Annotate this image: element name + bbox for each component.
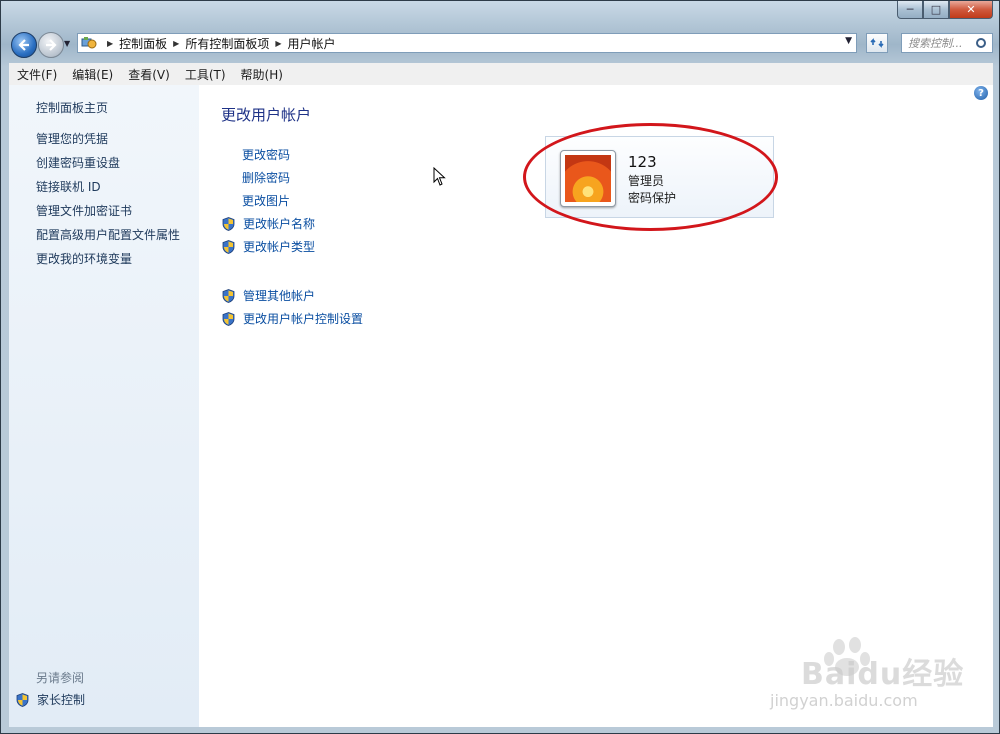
account-tasks: 更改密码 删除密码 更改图片 更改帐户名称 更改帐户类型 管理其他帐户 更改用户…: [222, 143, 363, 330]
breadcrumb-separator-icon[interactable]: ▶: [275, 39, 281, 48]
task-list: 管理您的凭据 创建密码重设盘 链接联机 ID 管理文件加密证书 配置高级用户配置…: [36, 133, 180, 277]
breadcrumb: ▶ 控制面板 ▶ 所有控制面板项 ▶ 用户帐户: [101, 35, 336, 52]
breadcrumb-all-items[interactable]: 所有控制面板项: [185, 35, 269, 52]
menu-view[interactable]: 查看(V): [128, 66, 170, 83]
task-pane: 控制面板主页 管理您的凭据 创建密码重设盘 链接联机 ID 管理文件加密证书 配…: [9, 85, 199, 727]
control-panel-icon: [81, 36, 97, 50]
task-manage-credentials[interactable]: 管理您的凭据: [36, 133, 180, 157]
content-area: 控制面板主页 管理您的凭据 创建密码重设盘 链接联机 ID 管理文件加密证书 配…: [9, 85, 993, 727]
change-account-type-link[interactable]: 更改帐户类型: [222, 235, 363, 258]
menu-help[interactable]: 帮助(H): [241, 66, 283, 83]
refresh-icon: [870, 38, 884, 48]
task-manage-certificates[interactable]: 管理文件加密证书: [36, 205, 180, 229]
manage-other-accounts-label[interactable]: 管理其他帐户: [243, 287, 315, 304]
maximize-button[interactable]: □: [923, 1, 949, 19]
watermark-brand: Baidu经验: [801, 657, 965, 692]
uac-shield-icon: [222, 216, 235, 231]
recent-pages-dropdown-icon[interactable]: ▼: [64, 39, 70, 48]
caption-buttons: ─ □ ✕: [897, 1, 993, 19]
search-input[interactable]: 搜索控制...: [908, 35, 976, 51]
menu-file[interactable]: 文件(F): [17, 66, 57, 83]
menu-bar: 文件(F) 编辑(E) 查看(V) 工具(T) 帮助(H): [9, 63, 993, 86]
uac-shield-icon: [16, 692, 29, 707]
mouse-cursor-icon: [433, 167, 446, 186]
back-button[interactable]: [11, 32, 37, 58]
breadcrumb-control-panel[interactable]: 控制面板: [119, 35, 167, 52]
menu-edit[interactable]: 编辑(E): [72, 66, 113, 83]
remove-password-label[interactable]: 删除密码: [242, 169, 290, 186]
address-dropdown-icon[interactable]: ▼: [845, 36, 852, 46]
arrow-left-icon: [18, 39, 29, 51]
help-icon[interactable]: ?: [974, 86, 988, 100]
uac-shield-icon: [222, 311, 235, 326]
forward-button[interactable]: [38, 32, 64, 58]
uac-shield-icon: [222, 239, 235, 254]
parental-controls-link[interactable]: 家长控制: [16, 691, 85, 708]
page-title: 更改用户帐户: [221, 106, 312, 124]
control-panel-home-link[interactable]: 控制面板主页: [36, 99, 108, 116]
task-link-online-id[interactable]: 链接联机 ID: [36, 181, 180, 205]
watermark-url: jingyan.baidu.com: [770, 691, 918, 710]
highlight-ellipse: [523, 123, 778, 231]
see-also-heading: 另请参阅: [36, 671, 85, 685]
breadcrumb-separator-icon[interactable]: ▶: [107, 39, 113, 48]
parental-controls-label[interactable]: 家长控制: [37, 691, 85, 708]
close-button[interactable]: ✕: [949, 1, 993, 19]
change-account-name-link[interactable]: 更改帐户名称: [222, 212, 363, 235]
change-password-label[interactable]: 更改密码: [242, 146, 290, 163]
change-password-link[interactable]: 更改密码: [222, 143, 363, 166]
change-account-type-label[interactable]: 更改帐户类型: [243, 238, 315, 255]
search-icon[interactable]: [976, 38, 986, 48]
menu-tools[interactable]: 工具(T): [185, 66, 226, 83]
remove-password-link[interactable]: 删除密码: [222, 166, 363, 189]
task-profile-properties[interactable]: 配置高级用户配置文件属性: [36, 229, 180, 253]
minimize-button[interactable]: ─: [897, 1, 923, 19]
address-bar[interactable]: ▶ 控制面板 ▶ 所有控制面板项 ▶ 用户帐户 ▼: [77, 33, 857, 53]
uac-shield-icon: [222, 288, 235, 303]
uac-settings-link[interactable]: 更改用户帐户控制设置: [222, 307, 363, 330]
task-create-reset-disk[interactable]: 创建密码重设盘: [36, 157, 180, 181]
change-picture-label[interactable]: 更改图片: [242, 192, 290, 209]
manage-other-accounts-link[interactable]: 管理其他帐户: [222, 284, 363, 307]
breadcrumb-user-accounts[interactable]: 用户帐户: [288, 35, 336, 52]
control-panel-window: ─ □ ✕ ▼ ▶ 控制面板 ▶ 所有控制面板项 ▶ 用户帐户 ▼ 搜索控制..…: [0, 0, 1000, 734]
arrow-right-icon: [46, 39, 57, 51]
search-box[interactable]: 搜索控制...: [901, 33, 993, 53]
navigation-bar: ▼ ▶ 控制面板 ▶ 所有控制面板项 ▶ 用户帐户 ▼ 搜索控制...: [9, 31, 993, 58]
breadcrumb-separator-icon[interactable]: ▶: [173, 39, 179, 48]
refresh-button[interactable]: [866, 33, 888, 53]
change-picture-link[interactable]: 更改图片: [222, 189, 363, 212]
task-environment-variables[interactable]: 更改我的环境变量: [36, 253, 180, 277]
change-account-name-label[interactable]: 更改帐户名称: [243, 215, 315, 232]
uac-settings-label[interactable]: 更改用户帐户控制设置: [243, 310, 363, 327]
